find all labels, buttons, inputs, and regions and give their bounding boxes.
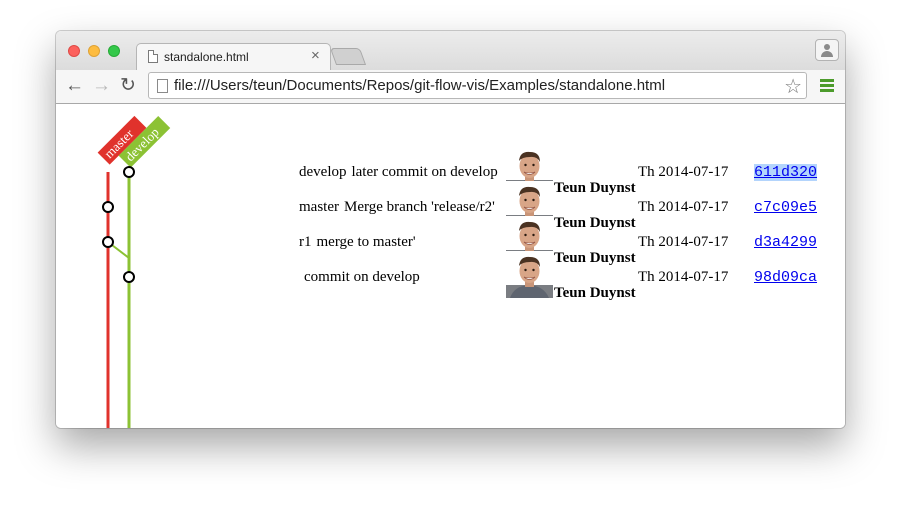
commit-date: Th 2014-07-17 xyxy=(638,269,729,285)
author-name: Teun Duynstee xyxy=(554,250,636,266)
page-content: master develop develop later commit on de… xyxy=(56,104,845,428)
commit-sha-link[interactable]: 611d320 xyxy=(754,164,818,181)
minimize-window-button[interactable] xyxy=(88,45,100,57)
commit-message: commit on develop xyxy=(299,269,505,286)
browser-toolbar: ← → ↻ ☆ xyxy=(56,70,845,104)
branch-label: r1 xyxy=(299,234,312,250)
commit-message: master Merge branch 'release/r2' xyxy=(299,199,505,216)
reload-icon[interactable]: ↻ xyxy=(120,75,136,97)
back-arrow-icon[interactable]: ← xyxy=(65,75,84,97)
commit-date: Th 2014-07-17 xyxy=(638,199,729,215)
commit-row[interactable]: r1merge to master' Teun Duynstee Th 2014… xyxy=(56,216,845,267)
author-avatar xyxy=(506,251,553,298)
browser-window: standalone.html × ← → ↻ ☆ xyxy=(56,31,845,428)
author-name: Teun Duynstee xyxy=(554,215,636,231)
browser-tab[interactable]: standalone.html × xyxy=(136,43,331,70)
document-icon xyxy=(157,79,168,93)
commit-row[interactable]: commit on develop Teun Duynstee Th 2014-… xyxy=(56,251,845,302)
address-bar[interactable]: ☆ xyxy=(148,72,807,99)
commit-message-text: Merge branch 'release/r2' xyxy=(343,199,495,215)
commit-message-text: later commit on develop xyxy=(351,164,498,180)
browser-menu-icon[interactable] xyxy=(820,79,834,93)
commit-message-text: commit on develop xyxy=(304,269,420,285)
forward-arrow-icon[interactable]: → xyxy=(92,75,111,97)
commit-message-text: merge to master' xyxy=(316,234,416,250)
commit-date: Th 2014-07-17 xyxy=(638,164,729,180)
branch-label: master xyxy=(299,199,339,215)
commit-row[interactable]: master Merge branch 'release/r2' Teun Duy… xyxy=(56,181,845,232)
title-bar: standalone.html × xyxy=(56,31,845,70)
commit-sha-link[interactable]: d3a4299 xyxy=(754,234,817,251)
commit-row[interactable]: develop later commit on develop Teun Duyn… xyxy=(56,146,845,197)
commit-sha-link[interactable]: c7c09e5 xyxy=(754,199,817,216)
address-input[interactable] xyxy=(174,76,774,95)
tab-close-icon[interactable]: × xyxy=(311,47,320,64)
new-tab-button[interactable] xyxy=(329,48,367,65)
author-name: Teun Duynstee xyxy=(554,285,636,301)
close-window-button[interactable] xyxy=(68,45,80,57)
commit-message: r1 merge to master' xyxy=(299,234,505,251)
zoom-window-button[interactable] xyxy=(108,45,120,57)
commit-sha-link[interactable]: 98d09ca xyxy=(754,269,817,286)
commit-date: Th 2014-07-17 xyxy=(638,234,729,250)
tab-title: standalone.html xyxy=(164,50,249,64)
branch-label: develop xyxy=(299,164,347,180)
bookmark-star-icon[interactable]: ☆ xyxy=(784,74,802,99)
commit-message: develop later commit on develop xyxy=(299,164,505,181)
person-icon xyxy=(824,44,830,50)
profile-button[interactable] xyxy=(815,39,839,61)
page-icon xyxy=(148,50,158,63)
author-name: Teun Duynstee xyxy=(554,180,636,196)
